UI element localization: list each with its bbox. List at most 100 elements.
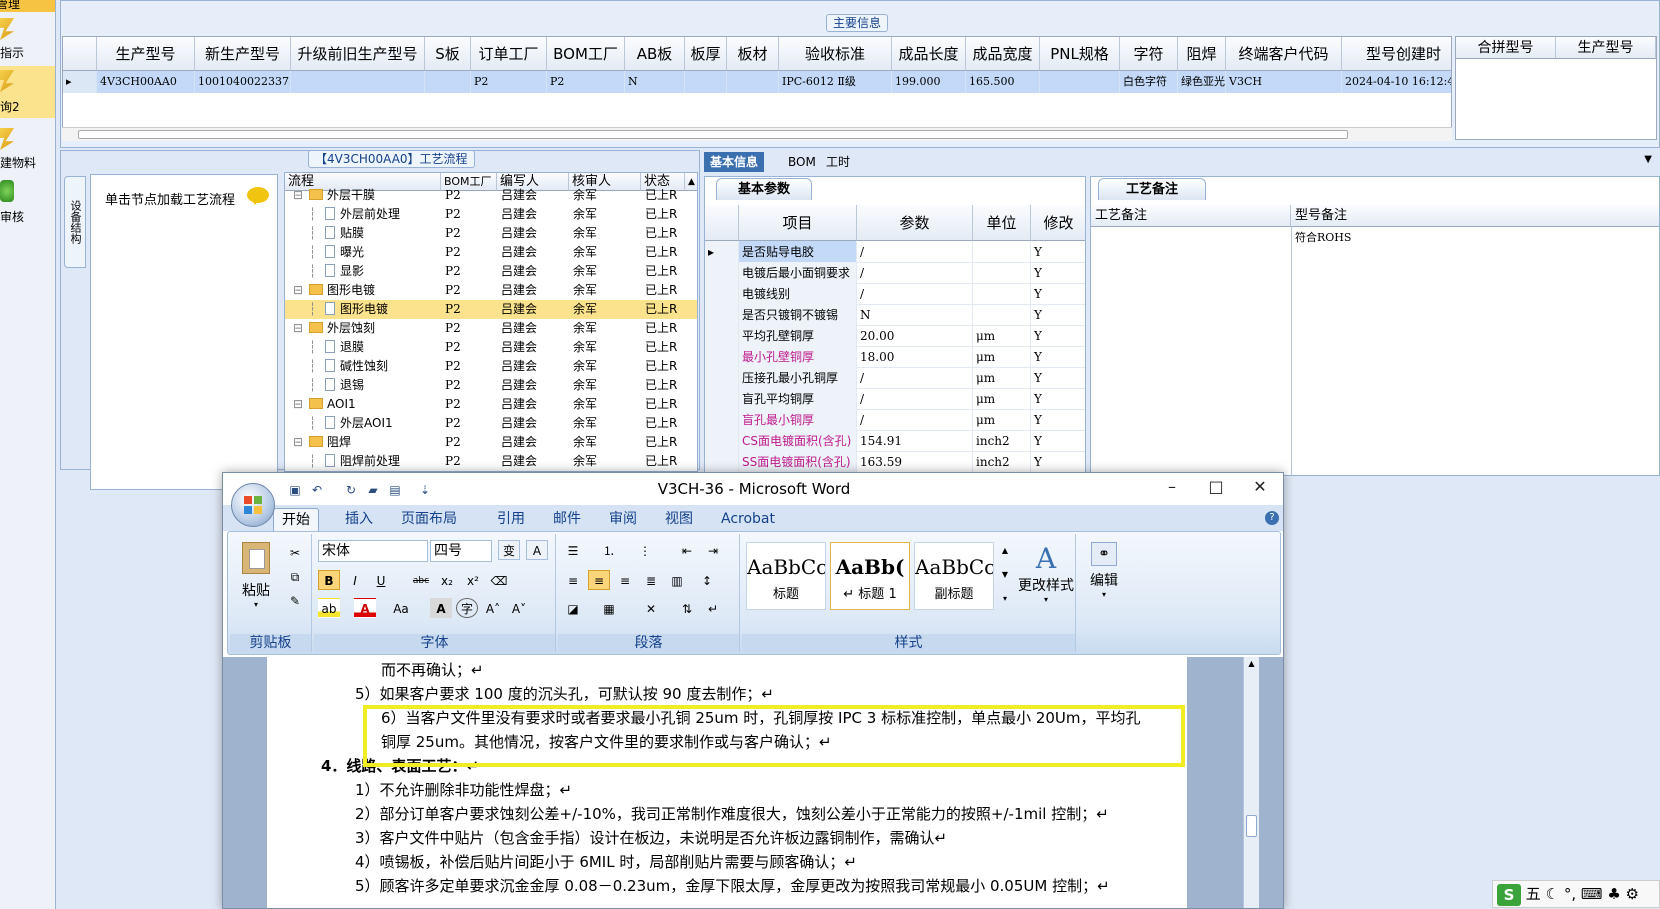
nav-item-manage[interactable]: 管理 (0, 0, 55, 12)
grid-col-header[interactable]: 板材 (727, 37, 779, 71)
row-indicator[interactable] (705, 451, 739, 473)
superscript-button[interactable]: x² (462, 570, 484, 590)
grid-col-header[interactable]: 生产型号 (97, 37, 195, 71)
grid-col-header[interactable]: BOM工厂 (547, 37, 625, 71)
param-row[interactable]: 平均孔壁铜厚 20.00 μm Y (705, 325, 1085, 347)
grid-cell[interactable]: 绿色亚光 (1178, 71, 1226, 93)
minimize-button[interactable]: – (1157, 477, 1187, 499)
param-cell-param[interactable]: N (857, 304, 973, 326)
style-subtitle[interactable]: AaBbCc 副标题 (914, 542, 994, 610)
font-size-select[interactable]: 四号 (430, 540, 492, 562)
document-line[interactable]: 3）客户文件中贴片（包含金手指）设计在板边，未说明是否允许板边露铜制作，需确认↵ (355, 827, 947, 848)
enclose-char-icon[interactable]: 字 (456, 598, 478, 618)
param-row[interactable]: 最小孔壁铜厚 18.00 μm Y (705, 346, 1085, 368)
col-model-remark[interactable]: 型号备注 (1291, 205, 1659, 227)
italic-button[interactable]: I (344, 570, 366, 590)
settings-icon[interactable]: ⚙ (1626, 885, 1639, 903)
tree-row[interactable]: 碱性蚀刻 ┆ P2 吕建会 余军 已上R (285, 357, 697, 376)
grid-col-header[interactable]: 型号创建时 (1342, 37, 1451, 71)
model-remark-value[interactable]: 符合ROHS (1295, 229, 1351, 245)
nav-item-review[interactable]: 审核 (0, 178, 55, 224)
param-row[interactable]: CS面电镀面积(含孔) 154.91 inch2 Y (705, 430, 1085, 452)
close-button[interactable]: ✕ (1245, 477, 1275, 499)
highlight-color-icon[interactable]: ab (318, 598, 340, 618)
grid-col-header[interactable]: 板厚 (685, 37, 727, 71)
skin-icon[interactable]: ♣ (1607, 885, 1620, 903)
param-cell-param[interactable]: 20.00 (857, 325, 973, 347)
grid-cell[interactable]: IPC-6012 Ⅱ级 (779, 71, 892, 93)
param-cell-param[interactable]: / (857, 388, 973, 410)
word-titlebar[interactable]: V3CH-36 - Microsoft Word ▣ ↶ ↻ ▰ ▤ ⇣ – □… (223, 473, 1283, 505)
grid-col-header[interactable]: 终端客户代码 (1226, 37, 1342, 71)
format-painter-icon[interactable]: ✎ (284, 590, 306, 610)
strikethrough-button[interactable]: abc (410, 570, 432, 590)
col-modify[interactable]: 修改 (1031, 205, 1085, 241)
distribute-icon[interactable]: ▥ (666, 570, 688, 590)
tab-craft-remarks[interactable]: 工艺备注 (1098, 178, 1206, 200)
device-structure-tab[interactable]: 设备结构 (64, 176, 86, 268)
align-left-icon[interactable]: ≡ (562, 570, 584, 590)
tab-mailings[interactable]: 邮件 (545, 508, 589, 531)
sort-icon[interactable]: ⇅ (676, 598, 698, 618)
font-name-select[interactable]: 宋体 (318, 540, 428, 562)
style-heading1[interactable]: AaBb(↵ 标题 1 (830, 542, 910, 610)
param-row[interactable]: 盲孔最小铜厚 / μm Y (705, 409, 1085, 431)
styles-scroll-down-icon[interactable]: ▼ (998, 564, 1012, 586)
tree-row[interactable]: 曝光 ┆ P2 吕建会 余军 已上R (285, 243, 697, 262)
tree-row[interactable]: 外层前处理 ┆ P2 吕建会 余军 已上R (285, 205, 697, 224)
param-cell-param[interactable]: / (857, 367, 973, 389)
grid-col-header[interactable]: 成品宽度 (966, 37, 1040, 71)
tree-row[interactable]: 显影 ┆ P2 吕建会 余军 已上R (285, 262, 697, 281)
param-cell-param[interactable]: / (857, 283, 973, 305)
row-indicator[interactable] (705, 367, 739, 389)
nav-item-material[interactable]: 建物料 (0, 126, 55, 172)
bullets-icon[interactable]: ☰ (562, 540, 584, 560)
row-indicator[interactable] (705, 283, 739, 305)
ime-mode[interactable]: 五 (1526, 885, 1541, 903)
tab-view[interactable]: 视图 (657, 508, 701, 531)
maximize-button[interactable]: □ (1201, 477, 1231, 499)
document-line[interactable]: 2）部分订单客户要求蚀刻公差+/-10%，我司正常制作难度很大，蚀刻公差小于正常… (355, 803, 1109, 824)
decrease-indent-icon[interactable]: ⇤ (676, 540, 698, 560)
grid-col-header[interactable]: 验收标准 (779, 37, 892, 71)
redo-icon[interactable]: ↻ (343, 483, 359, 497)
grid-col-header[interactable]: AB板 (625, 37, 685, 71)
col-production-model[interactable]: 生产型号 (1556, 37, 1656, 59)
print-preview-icon[interactable]: ▤ (387, 483, 403, 497)
grid-cell[interactable]: 199.000 (892, 71, 966, 93)
param-cell-param[interactable]: 163.59 (857, 451, 973, 473)
nav-item-instruct[interactable]: 指示 (0, 16, 55, 62)
editing-button[interactable]: ⚭ 编辑 ▾ (1082, 542, 1126, 622)
tab-references[interactable]: 引用 (489, 508, 533, 531)
load-process-box[interactable]: 单击节点加载工艺流程 (90, 174, 278, 490)
document-line[interactable]: 4）喷锡板，补偿后贴片间距小于 6MIL 时，局部削贴片需要与顾客确认；↵ (355, 851, 857, 872)
grid-cell[interactable]: 2024-04-10 16:12:40 (1342, 71, 1451, 93)
punctuation-icon[interactable]: °, (1564, 885, 1576, 903)
grid-col-header[interactable]: PNL规格 (1040, 37, 1120, 71)
param-cell-param[interactable]: / (857, 241, 973, 263)
tab-basic-info[interactable]: 基本信息 (704, 152, 765, 172)
tree-row[interactable]: 阻焊 ⊟ P2 吕建会 余军 已上R (285, 433, 697, 452)
col-merged-model[interactable]: 合拼型号 (1456, 37, 1556, 59)
style-title[interactable]: AaBbCc 标题 (746, 542, 826, 610)
param-row[interactable]: 盲孔平均铜厚 / μm Y (705, 388, 1085, 410)
asian-layout-icon[interactable]: ✕ (640, 598, 662, 618)
grid-cell[interactable]: P2 (547, 71, 625, 93)
row-indicator[interactable] (705, 388, 739, 410)
col-param[interactable]: 参数 (857, 205, 973, 241)
grow-font-icon[interactable]: A˄ (482, 598, 504, 618)
tab-page-layout[interactable]: 页面布局 (393, 508, 465, 531)
param-row[interactable]: SS面电镀面积(含孔) 163.59 inch2 Y (705, 451, 1085, 473)
tree-row[interactable]: 退膜 ┆ P2 吕建会 余军 已上R (285, 338, 697, 357)
customize-qat-icon[interactable]: ⇣ (417, 483, 433, 497)
grid-cell[interactable]: 10010400223375 (195, 71, 291, 93)
open-folder-icon[interactable]: ▰ (365, 483, 381, 497)
grid-cell[interactable]: 165.500 (966, 71, 1040, 93)
tab-acrobat[interactable]: Acrobat (713, 508, 783, 531)
param-cell-param[interactable]: / (857, 262, 973, 284)
undo-icon[interactable]: ↶ (309, 483, 325, 497)
grid-col-header[interactable]: 升级前旧生产型号 (291, 37, 425, 71)
numbering-icon[interactable]: ⒈ (598, 540, 620, 560)
font-color-icon[interactable]: A (354, 598, 376, 618)
align-right-icon[interactable]: ≡ (614, 570, 636, 590)
